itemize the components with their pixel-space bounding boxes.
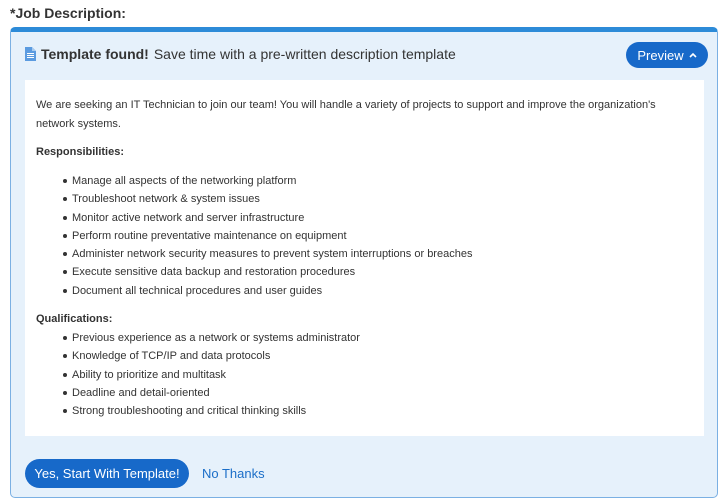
list-item: Deadline and detail-oriented (36, 384, 693, 402)
qualifications-list: Previous experience as a network or syst… (36, 329, 693, 420)
intro-paragraph: We are seeking an IT Technician to join … (36, 99, 656, 130)
template-header: Template found! Save time with a pre-wri… (25, 46, 456, 62)
list-item: Perform routine preventative maintenance… (36, 227, 693, 245)
no-thanks-link[interactable]: No Thanks (202, 466, 265, 481)
list-item: Troubleshoot network & system issues (36, 190, 693, 208)
list-item: Previous experience as a network or syst… (36, 329, 693, 347)
list-item: Monitor active network and server infras… (36, 209, 693, 227)
template-panel: Template found! Save time with a pre-wri… (10, 27, 718, 498)
template-preview-content: We are seeking an IT Technician to join … (25, 80, 704, 436)
qualifications-heading: Qualifications: (36, 313, 113, 326)
chevron-up-icon (689, 52, 697, 58)
responsibilities-heading: Responsibilities: (36, 146, 125, 158)
preview-button[interactable]: Preview (626, 42, 708, 68)
list-item: Strong troubleshooting and critical thin… (36, 402, 693, 420)
list-item: Document all technical procedures and us… (36, 282, 693, 300)
list-item: Administer network security measures to … (36, 245, 693, 263)
responsibilities-list: Manage all aspects of the networking pla… (36, 172, 693, 300)
list-item: Ability to prioritize and multitask (36, 366, 693, 384)
template-found-text: Save time with a pre-written description… (153, 46, 456, 62)
list-item: Knowledge of TCP/IP and data protocols (36, 347, 693, 365)
list-item: Execute sensitive data backup and restor… (36, 263, 693, 281)
list-item: Manage all aspects of the networking pla… (36, 172, 693, 190)
document-icon (25, 47, 36, 61)
template-found-heading: Template found! (41, 46, 149, 62)
start-with-template-button[interactable]: Yes, Start With Template! (25, 459, 189, 488)
preview-button-label: Preview (637, 47, 684, 63)
job-description-label: *Job Description: (10, 5, 126, 21)
